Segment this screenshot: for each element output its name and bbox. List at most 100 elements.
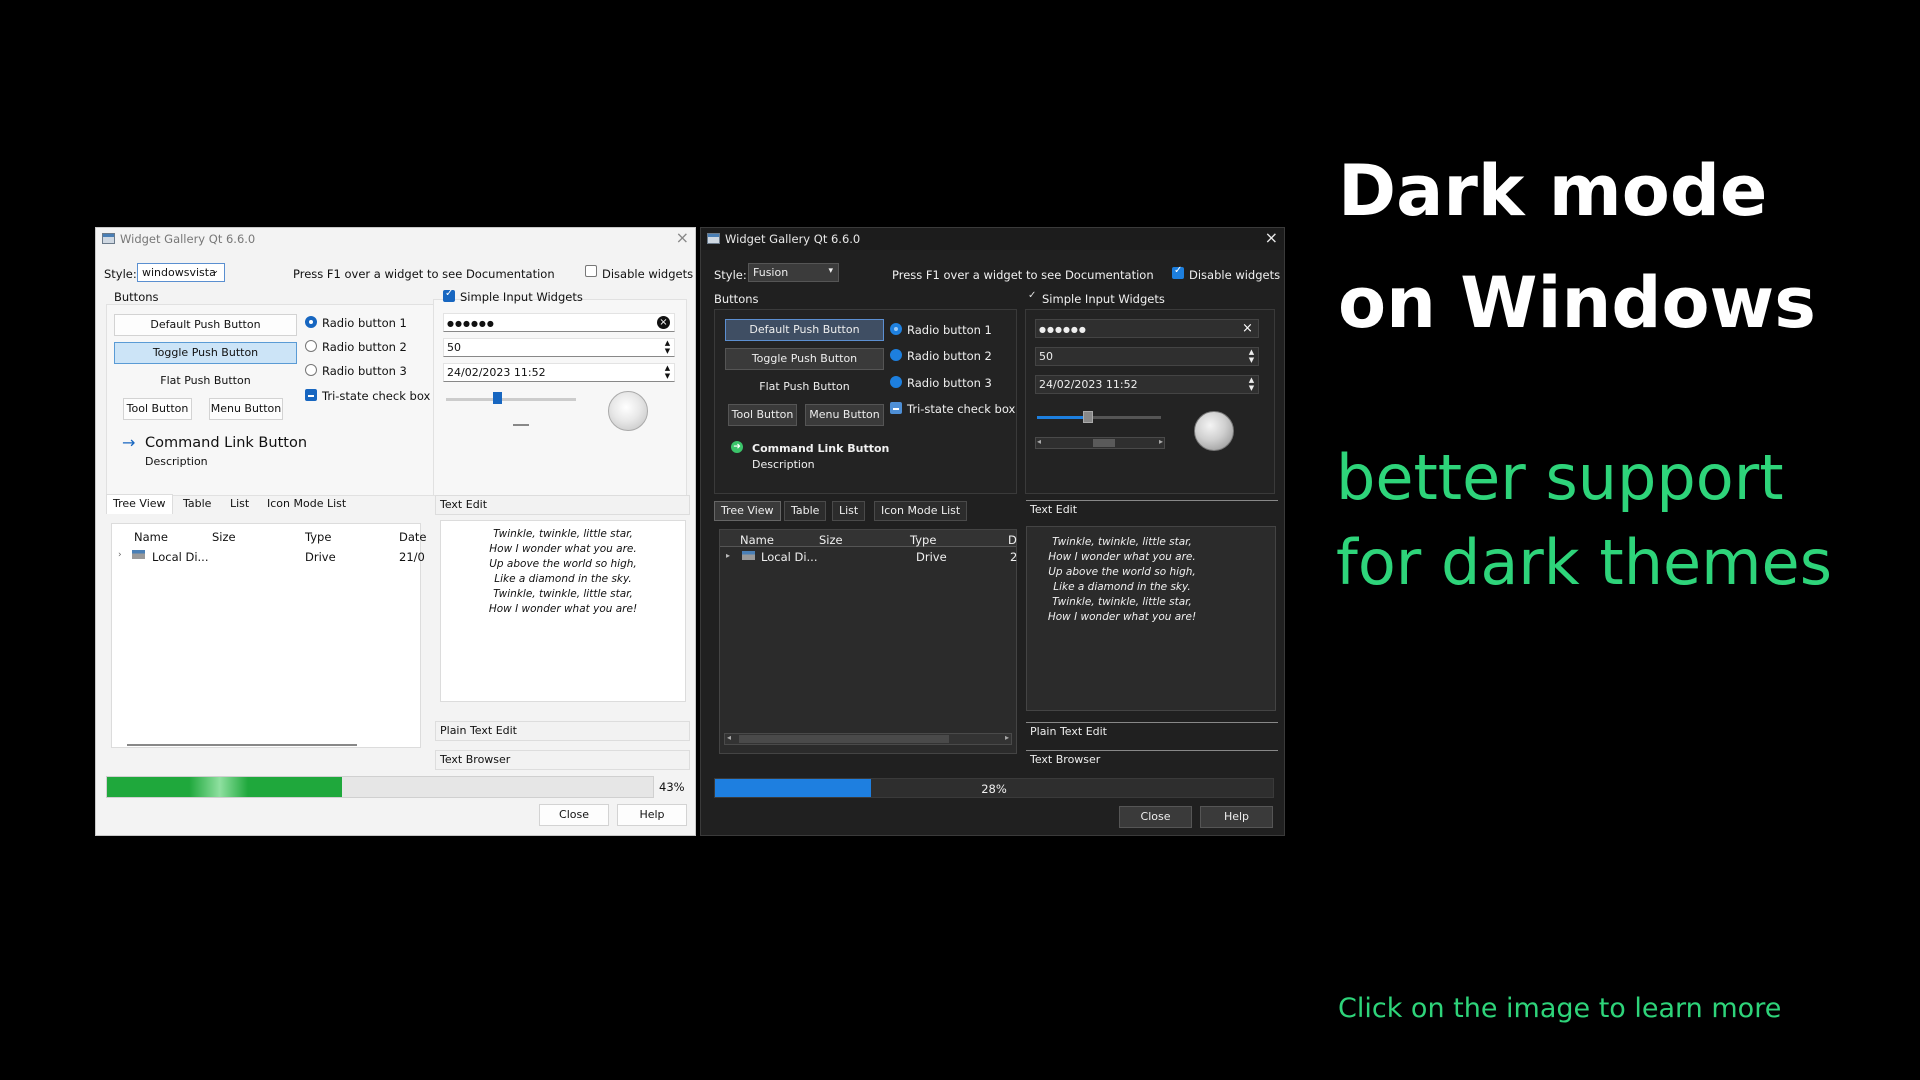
default-push-button[interactable]: Default Push Button <box>725 319 884 341</box>
scrollbar-handle[interactable] <box>739 735 949 743</box>
tree-row-name[interactable]: Local Di... <box>152 550 208 564</box>
spin-arrows-icon[interactable]: ▲ ▼ <box>1247 348 1256 364</box>
header-name[interactable]: Name <box>740 533 774 547</box>
tristate-checkbox[interactable] <box>305 389 317 401</box>
expand-arrow-icon[interactable]: ▸ <box>726 551 730 560</box>
spin-box[interactable]: 50 ▲ ▼ <box>443 338 675 357</box>
password-field[interactable]: ●●●●●● × <box>443 313 675 332</box>
dial-knob[interactable] <box>608 391 648 431</box>
toggle-push-button[interactable]: Toggle Push Button <box>725 348 884 370</box>
tree-horizontal-scrollbar[interactable]: ◂ ▸ <box>724 733 1012 745</box>
header-date[interactable]: D <box>1008 533 1017 547</box>
radio-button-3[interactable] <box>305 364 317 376</box>
arrow-right-icon[interactable]: ▸ <box>1159 437 1163 446</box>
radio-button-2[interactable] <box>890 349 902 361</box>
help-button[interactable]: Help <box>1200 806 1273 828</box>
command-link-button[interactable]: Command Link Button <box>145 435 307 451</box>
header-name[interactable]: Name <box>134 530 168 544</box>
spin-arrows-icon[interactable]: ▲ ▼ <box>663 339 672 355</box>
radio-1-label: Radio button 1 <box>322 316 407 330</box>
spin-arrows-icon[interactable]: ▲ ▼ <box>663 364 672 380</box>
simple-input-checkbox[interactable] <box>1026 290 1038 304</box>
tab-icon-mode-list[interactable]: Icon Mode List <box>874 501 968 521</box>
radio-button-1[interactable] <box>305 316 317 328</box>
command-link-description: Description <box>752 458 815 471</box>
text-edit[interactable]: Twinkle, twinkle, little star, How I won… <box>1026 526 1276 711</box>
slider-handle[interactable] <box>493 392 502 404</box>
spin-value: 50 <box>1039 350 1053 363</box>
arrow-left-icon[interactable]: ◂ <box>727 733 731 742</box>
default-push-button[interactable]: Default Push Button <box>114 314 297 336</box>
tab-icon-mode-list[interactable]: Icon Mode List <box>260 494 353 514</box>
text-edit-tab[interactable]: Text Edit <box>1026 500 1278 520</box>
command-link-button[interactable]: Command Link Button <box>752 442 889 455</box>
clear-icon[interactable]: × <box>1241 322 1254 335</box>
arrow-left-icon[interactable]: ◂ <box>1037 437 1041 446</box>
progress-bar <box>106 776 654 798</box>
close-icon[interactable]: × <box>1265 229 1278 247</box>
header-type[interactable]: Type <box>305 530 331 544</box>
spin-arrows-icon[interactable]: ▲ ▼ <box>1247 376 1256 392</box>
slider-track[interactable] <box>446 398 576 401</box>
header-size[interactable]: Size <box>212 530 236 544</box>
disable-widgets-checkbox[interactable] <box>1172 265 1184 279</box>
clear-icon[interactable]: × <box>657 316 670 329</box>
tree-view[interactable]: Name Size Type Date › Local Di... Drive … <box>111 523 427 748</box>
buttons-group-title: Buttons <box>114 290 159 304</box>
poem-line: Up above the world so high, <box>1048 566 1196 578</box>
text-edit-tab[interactable]: Text Edit <box>435 495 690 515</box>
learn-more-link[interactable]: Click on the image to learn more <box>1338 993 1781 1024</box>
close-button[interactable]: Close <box>1119 806 1192 828</box>
flat-push-button[interactable]: Flat Push Button <box>725 376 884 398</box>
toggle-push-button[interactable]: Toggle Push Button <box>114 342 297 364</box>
expand-arrow-icon[interactable]: › <box>118 550 122 560</box>
datetime-edit[interactable]: 24/02/2023 11:52 ▲ ▼ <box>1035 375 1259 394</box>
subheading-line-2: for dark themes <box>1336 526 1832 599</box>
scrollbar-handle[interactable] <box>513 424 529 426</box>
poem-line: Twinkle, twinkle, little star, <box>493 588 633 600</box>
text-browser-tab[interactable]: Text Browser <box>1026 750 1278 770</box>
tab-list[interactable]: List <box>832 501 866 521</box>
menu-button[interactable]: Menu Button <box>805 404 884 426</box>
arrow-right-icon[interactable]: ▸ <box>1005 733 1009 742</box>
radio-button-2[interactable] <box>305 340 317 352</box>
header-type[interactable]: Type <box>910 533 936 547</box>
close-button[interactable]: Close <box>539 804 609 826</box>
horizontal-scrollbar[interactable] <box>127 744 357 746</box>
tab-tree-view[interactable]: Tree View <box>714 501 781 521</box>
slider-handle[interactable] <box>1083 411 1093 423</box>
style-combo[interactable]: Fusion ▾ <box>748 263 839 282</box>
dial-knob[interactable] <box>1194 411 1234 451</box>
radio-button-3[interactable] <box>890 376 902 388</box>
tree-row-name[interactable]: Local Di... <box>761 550 817 564</box>
header-date[interactable]: Date <box>399 530 427 544</box>
tab-table[interactable]: Table <box>784 501 827 521</box>
scrollbar-handle[interactable] <box>1093 439 1115 447</box>
slider-track[interactable] <box>1037 416 1161 419</box>
tab-tree-view[interactable]: Tree View <box>106 494 173 514</box>
radio-button-1[interactable] <box>890 323 902 335</box>
header-size[interactable]: Size <box>819 533 843 547</box>
plain-text-edit-tab[interactable]: Plain Text Edit <box>1026 722 1278 742</box>
plain-text-edit-tab[interactable]: Plain Text Edit <box>435 721 690 741</box>
simple-input-checkbox[interactable] <box>443 288 455 302</box>
help-button[interactable]: Help <box>617 804 687 826</box>
tristate-checkbox[interactable] <box>890 402 902 414</box>
tab-table[interactable]: Table <box>176 494 218 514</box>
tool-button[interactable]: Tool Button <box>123 398 192 420</box>
chevron-down-icon: ▾ <box>828 266 833 276</box>
tab-list[interactable]: List <box>223 494 256 514</box>
menu-button[interactable]: Menu Button <box>209 398 283 420</box>
tree-view[interactable]: Name Size Type D ▸ Local Di... Drive 2 ◂… <box>719 529 1017 754</box>
horizontal-scrollbar[interactable]: ◂ ▸ <box>1035 437 1165 449</box>
datetime-edit[interactable]: 24/02/2023 11:52 ▲ ▼ <box>443 363 675 382</box>
text-browser-tab[interactable]: Text Browser <box>435 750 690 770</box>
spin-box[interactable]: 50 ▲ ▼ <box>1035 347 1259 366</box>
style-combo[interactable]: windowsvista ⌄ <box>137 263 225 282</box>
close-icon[interactable]: × <box>676 229 689 247</box>
flat-push-button[interactable]: Flat Push Button <box>114 370 297 392</box>
tool-button[interactable]: Tool Button <box>728 404 797 426</box>
text-edit[interactable]: Twinkle, twinkle, little star, How I won… <box>440 520 686 702</box>
disable-widgets-checkbox[interactable] <box>585 265 597 277</box>
password-field[interactable]: ●●●●●● × <box>1035 319 1259 338</box>
